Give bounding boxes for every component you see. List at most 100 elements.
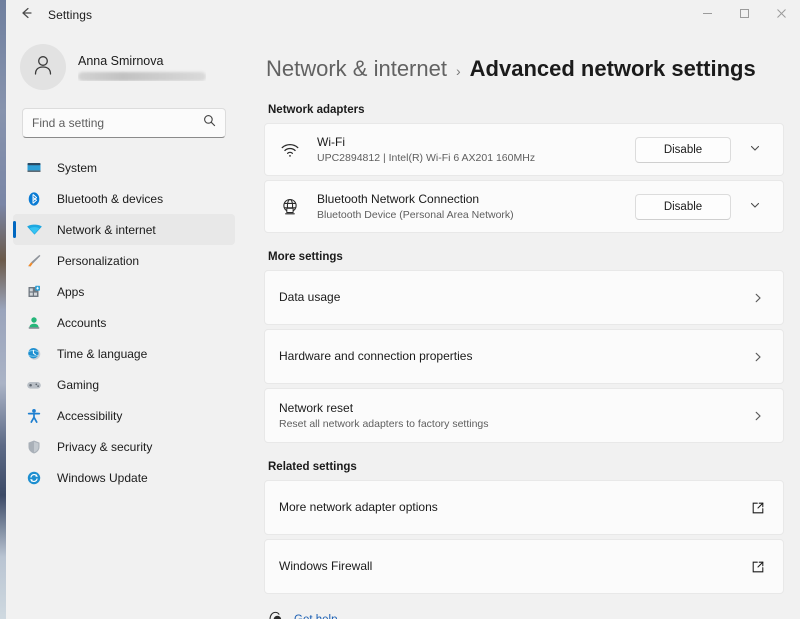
network-adapters-list: Wi-Fi UPC2894812 | Intel(R) Wi-Fi 6 AX20… (264, 123, 784, 233)
sidebar-nav-list: System Bluetooth & devices Network & int… (6, 152, 242, 493)
sidebar-item-accounts[interactable]: Accounts (13, 307, 235, 338)
disable-button-wifi[interactable]: Disable (635, 136, 731, 163)
related-row-more-network-adapter-options[interactable]: More network adapter options (264, 480, 784, 535)
game-controller-icon (25, 376, 43, 394)
adapter-subtitle: UPC2894812 | Intel(R) Wi-Fi 6 AX201 160M… (317, 151, 536, 164)
bluetooth-icon (25, 190, 43, 208)
related-title: Windows Firewall (279, 559, 373, 573)
sidebar-item-personalization[interactable]: Personalization (13, 245, 235, 276)
sidebar-item-label: Gaming (57, 377, 100, 392)
window-controls (689, 0, 800, 30)
sidebar-item-label: Apps (57, 284, 85, 299)
page-title: Advanced network settings (469, 56, 756, 81)
app-title: Settings (48, 8, 93, 22)
minimize-button[interactable] (689, 0, 726, 30)
update-refresh-icon (25, 469, 43, 487)
external-link-icon (747, 501, 769, 515)
close-button[interactable] (763, 0, 800, 30)
setting-subtitle: Reset all network adapters to factory se… (279, 417, 489, 430)
minimize-icon (702, 6, 713, 24)
sidebar-item-label: Personalization (57, 253, 140, 268)
section-label-network-adapters: Network adapters (268, 104, 365, 116)
window-body: Anna Smirnova Find a setting System Blue… (6, 30, 800, 619)
breadcrumb-parent-link[interactable]: Network & internet (266, 56, 447, 82)
breadcrumb-separator-icon: › (455, 63, 461, 79)
chevron-right-icon (747, 410, 769, 422)
external-link-icon (747, 560, 769, 574)
get-help-link[interactable]: Get help (294, 614, 337, 619)
setting-text: Data usage (279, 290, 747, 305)
back-arrow-icon (19, 6, 33, 25)
search-icon[interactable] (203, 114, 216, 132)
sidebar-item-privacy-security[interactable]: Privacy & security (13, 431, 235, 462)
sidebar-item-label: Privacy & security (57, 439, 153, 454)
adapter-text: Wi-Fi UPC2894812 | Intel(R) Wi-Fi 6 AX20… (317, 135, 635, 165)
account-block[interactable]: Anna Smirnova (6, 30, 242, 92)
wifi-signal-icon (279, 140, 301, 160)
close-icon (776, 6, 787, 24)
back-button[interactable] (12, 3, 40, 27)
wifi-icon (25, 221, 43, 239)
account-text: Anna Smirnova (78, 54, 206, 81)
account-email-redacted (78, 71, 206, 81)
adapter-row-bluetooth[interactable]: Bluetooth Network Connection Bluetooth D… (264, 180, 784, 233)
person-avatar-icon (30, 52, 56, 83)
sidebar-item-label: Accounts (57, 315, 107, 330)
expand-button-wifi[interactable] (741, 137, 769, 163)
related-text: Windows Firewall (279, 559, 747, 574)
sidebar-item-label: Accessibility (57, 408, 123, 423)
setting-row-hardware-connection-properties[interactable]: Hardware and connection properties (264, 329, 784, 384)
setting-row-data-usage[interactable]: Data usage (264, 270, 784, 325)
setting-title: Data usage (279, 290, 341, 304)
sidebar-item-gaming[interactable]: Gaming (13, 369, 235, 400)
more-settings-list: Data usage Hardware and connection prope… (264, 270, 784, 443)
related-row-windows-firewall[interactable]: Windows Firewall (264, 539, 784, 594)
get-help-row[interactable]: ? Get help (264, 610, 784, 619)
sidebar-item-time-language[interactable]: Time & language (13, 338, 235, 369)
account-name: Anna Smirnova (78, 53, 164, 68)
adapter-row-wifi[interactable]: Wi-Fi UPC2894812 | Intel(R) Wi-Fi 6 AX20… (264, 123, 784, 176)
avatar (20, 44, 66, 90)
adapter-subtitle: Bluetooth Device (Personal Area Network) (317, 208, 514, 221)
chevron-down-icon (749, 198, 761, 216)
setting-text: Hardware and connection properties (279, 349, 747, 364)
adapter-title: Wi-Fi (317, 134, 345, 149)
clock-globe-icon (25, 345, 43, 363)
related-title: More network adapter options (279, 500, 438, 514)
sidebar: Anna Smirnova Find a setting System Blue… (6, 30, 242, 619)
expand-button-bluetooth[interactable] (741, 194, 769, 220)
maximize-button[interactable] (726, 0, 763, 30)
setting-title: Hardware and connection properties (279, 349, 473, 363)
sidebar-item-bluetooth-devices[interactable]: Bluetooth & devices (13, 183, 235, 214)
adapter-text: Bluetooth Network Connection Bluetooth D… (317, 192, 635, 222)
sidebar-item-label: Network & internet (57, 222, 156, 237)
maximize-icon (739, 6, 750, 24)
chevron-down-icon (749, 141, 761, 159)
help-question-icon: ? (268, 610, 283, 619)
related-settings-list: More network adapter options Windows Fir… (264, 480, 784, 594)
setting-row-network-reset[interactable]: Network reset Reset all network adapters… (264, 388, 784, 443)
setting-title: Network reset (279, 400, 354, 415)
search-wrap (6, 92, 242, 138)
sidebar-item-system[interactable]: System (13, 152, 235, 183)
sidebar-item-label: Windows Update (57, 470, 148, 485)
sidebar-item-label: Time & language (57, 346, 148, 361)
sidebar-item-apps[interactable]: Apps (13, 276, 235, 307)
sidebar-item-accessibility[interactable]: Accessibility (13, 400, 235, 431)
accessibility-person-icon (25, 407, 43, 425)
sidebar-item-network-internet[interactable]: Network & internet (13, 214, 235, 245)
settings-window: Settings Anna Smirnova Find a setting Sy… (6, 0, 800, 619)
globe-monitor-icon (279, 197, 301, 217)
apps-grid-icon (25, 283, 43, 301)
sidebar-item-label: Bluetooth & devices (57, 191, 164, 206)
disable-button-bluetooth[interactable]: Disable (635, 193, 731, 220)
search-input[interactable] (32, 116, 203, 130)
related-text: More network adapter options (279, 500, 747, 515)
search-box[interactable] (22, 108, 226, 138)
shield-icon (25, 438, 43, 456)
sidebar-item-windows-update[interactable]: Windows Update (13, 462, 235, 493)
breadcrumb: Network & internet › Advanced network se… (264, 56, 784, 82)
setting-text: Network reset Reset all network adapters… (279, 401, 747, 431)
